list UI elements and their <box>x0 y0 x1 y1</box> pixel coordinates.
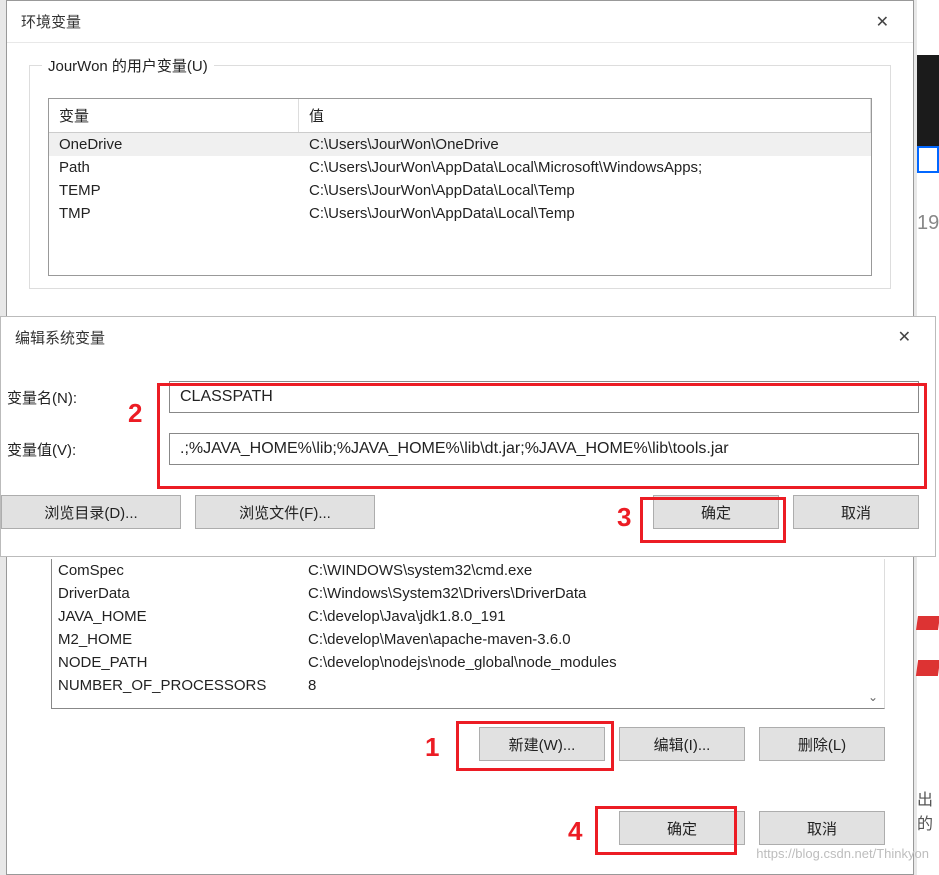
env-dialog-title: 环境变量 <box>21 11 81 32</box>
var-value-input[interactable] <box>169 433 919 465</box>
var-name: TMP <box>49 202 299 225</box>
var-name-label: 变量名(N): <box>5 387 169 408</box>
env-title-bar: 环境变量 ✕ <box>7 1 913 43</box>
var-value: C:\develop\nodejs\node_global\node_modul… <box>302 651 884 674</box>
background-red-smear-2 <box>916 660 939 676</box>
table-row[interactable]: TEMP C:\Users\JourWon\AppData\Local\Temp <box>49 179 871 202</box>
var-value: C:\Users\JourWon\AppData\Local\Temp <box>299 202 871 225</box>
close-icon[interactable]: ✕ <box>888 321 921 353</box>
table-row[interactable]: TMP C:\Users\JourWon\AppData\Local\Temp <box>49 202 871 225</box>
user-vars-table[interactable]: 变量 值 OneDrive C:\Users\JourWon\OneDrive … <box>48 98 872 276</box>
table-row[interactable]: NUMBER_OF_PROCESSORS 8 <box>52 674 884 697</box>
var-value: C:\Users\JourWon\OneDrive <box>299 133 871 156</box>
var-value: C:\Windows\System32\Drivers\DriverData <box>302 582 884 605</box>
var-value: C:\develop\Java\jdk1.8.0_191 <box>302 605 884 628</box>
var-name: Path <box>49 156 299 179</box>
new-button[interactable]: 新建(W)... <box>479 727 605 761</box>
env-dialog-button-row: 确定 取消 <box>51 811 885 845</box>
background-dark <box>917 55 939 160</box>
col-header-var: 变量 <box>49 99 299 132</box>
user-vars-legend: JourWon 的用户变量(U) <box>42 55 214 76</box>
table-spacer <box>49 225 871 275</box>
var-name-input[interactable] <box>169 381 919 413</box>
col-header-val: 值 <box>299 99 871 132</box>
cancel-button[interactable]: 取消 <box>793 495 919 529</box>
edit-button[interactable]: 编辑(I)... <box>619 727 745 761</box>
delete-button[interactable]: 删除(L) <box>759 727 885 761</box>
background-number: 19 <box>917 206 939 244</box>
table-row[interactable]: ComSpec C:\WINDOWS\system32\cmd.exe <box>52 559 884 582</box>
var-value: C:\Users\JourWon\AppData\Local\Microsoft… <box>299 156 871 179</box>
var-name: DriverData <box>52 582 302 605</box>
system-vars-button-row: 新建(W)... 编辑(I)... 删除(L) <box>51 727 885 761</box>
table-row[interactable]: Path C:\Users\JourWon\AppData\Local\Micr… <box>49 156 871 179</box>
var-value-label: 变量值(V): <box>5 439 169 460</box>
var-value: C:\develop\Maven\apache-maven-3.6.0 <box>302 628 884 651</box>
ok-button[interactable]: 确定 <box>619 811 745 845</box>
table-row[interactable]: OneDrive C:\Users\JourWon\OneDrive <box>49 133 871 156</box>
browse-file-button[interactable]: 浏览文件(F)... <box>195 495 375 529</box>
cancel-button[interactable]: 取消 <box>759 811 885 845</box>
edit-title-bar: 编辑系统变量 ✕ <box>1 317 935 357</box>
var-value: 8 <box>302 674 884 697</box>
var-name: JAVA_HOME <box>52 605 302 628</box>
close-icon[interactable]: ✕ <box>866 6 899 38</box>
annotation-number-1: 1 <box>425 732 439 763</box>
table-row[interactable]: JAVA_HOME C:\develop\Java\jdk1.8.0_191 <box>52 605 884 628</box>
edit-sysvar-dialog: 编辑系统变量 ✕ 变量名(N): 变量值(V): 浏览目录(D)... 浏览文件… <box>0 316 936 557</box>
var-name: NODE_PATH <box>52 651 302 674</box>
var-value-row: 变量值(V): <box>5 433 919 465</box>
var-name: M2_HOME <box>52 628 302 651</box>
table-header: 变量 值 <box>49 99 871 133</box>
annotation-number-4: 4 <box>568 816 582 847</box>
var-name: TEMP <box>49 179 299 202</box>
table-row[interactable]: M2_HOME C:\develop\Maven\apache-maven-3.… <box>52 628 884 651</box>
var-value: C:\Users\JourWon\AppData\Local\Temp <box>299 179 871 202</box>
annotation-number-3: 3 <box>617 502 631 533</box>
env-dialog-lower: ComSpec C:\WINDOWS\system32\cmd.exe Driv… <box>6 555 914 875</box>
var-name: NUMBER_OF_PROCESSORS <box>52 674 302 697</box>
background-red-smear-1 <box>916 616 939 630</box>
scroll-down-icon[interactable]: ⌄ <box>864 688 882 706</box>
table-row[interactable]: NODE_PATH C:\develop\nodejs\node_global\… <box>52 651 884 674</box>
edit-dialog-title: 编辑系统变量 <box>15 327 105 348</box>
browse-dir-button[interactable]: 浏览目录(D)... <box>1 495 181 529</box>
var-name: OneDrive <box>49 133 299 156</box>
table-row[interactable]: DriverData C:\Windows\System32\Drivers\D… <box>52 582 884 605</box>
annotation-number-2: 2 <box>128 398 142 429</box>
system-vars-table[interactable]: ComSpec C:\WINDOWS\system32\cmd.exe Driv… <box>51 559 885 709</box>
edit-button-row: 浏览目录(D)... 浏览文件(F)... 确定 取消 <box>1 495 935 543</box>
background-text: 出的 <box>917 786 939 834</box>
user-vars-group: JourWon 的用户变量(U) 变量 值 OneDrive C:\Users\… <box>29 65 891 289</box>
background-blue-box <box>917 146 939 173</box>
ok-button[interactable]: 确定 <box>653 495 779 529</box>
watermark: https://blog.csdn.net/Thinkyon <box>756 846 929 861</box>
var-name: ComSpec <box>52 559 302 582</box>
var-value: C:\WINDOWS\system32\cmd.exe <box>302 559 884 582</box>
